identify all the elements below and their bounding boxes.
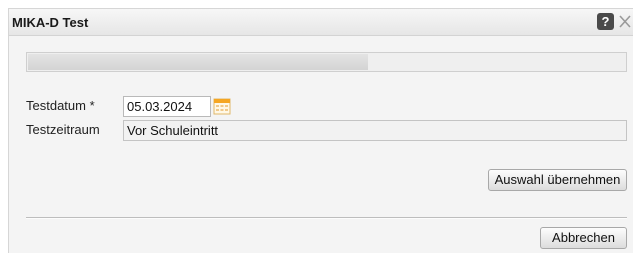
testzeitraum-field[interactable]: Vor Schuleintritt xyxy=(123,120,627,141)
help-button[interactable]: ? xyxy=(597,13,614,30)
calendar-icon[interactable] xyxy=(213,97,231,115)
apply-selection-button[interactable]: Auswahl übernehmen xyxy=(488,169,627,191)
progress-fill xyxy=(28,54,368,70)
dialog-title: MIKA-D Test xyxy=(12,15,89,30)
help-icon: ? xyxy=(601,14,610,29)
progress-bar xyxy=(26,52,627,72)
mika-dialog: MIKA-D Test ? Testdatum * Testzeitraum V… xyxy=(8,8,633,253)
testdatum-label: Testdatum * xyxy=(26,98,95,113)
close-button[interactable] xyxy=(617,13,633,30)
testzeitraum-label: Testzeitraum xyxy=(26,122,100,137)
cancel-button[interactable]: Abbrechen xyxy=(540,227,627,249)
close-icon xyxy=(619,15,631,28)
dialog-titlebar[interactable]: MIKA-D Test ? xyxy=(9,9,633,36)
testdatum-input[interactable] xyxy=(123,96,211,117)
divider xyxy=(26,217,627,219)
